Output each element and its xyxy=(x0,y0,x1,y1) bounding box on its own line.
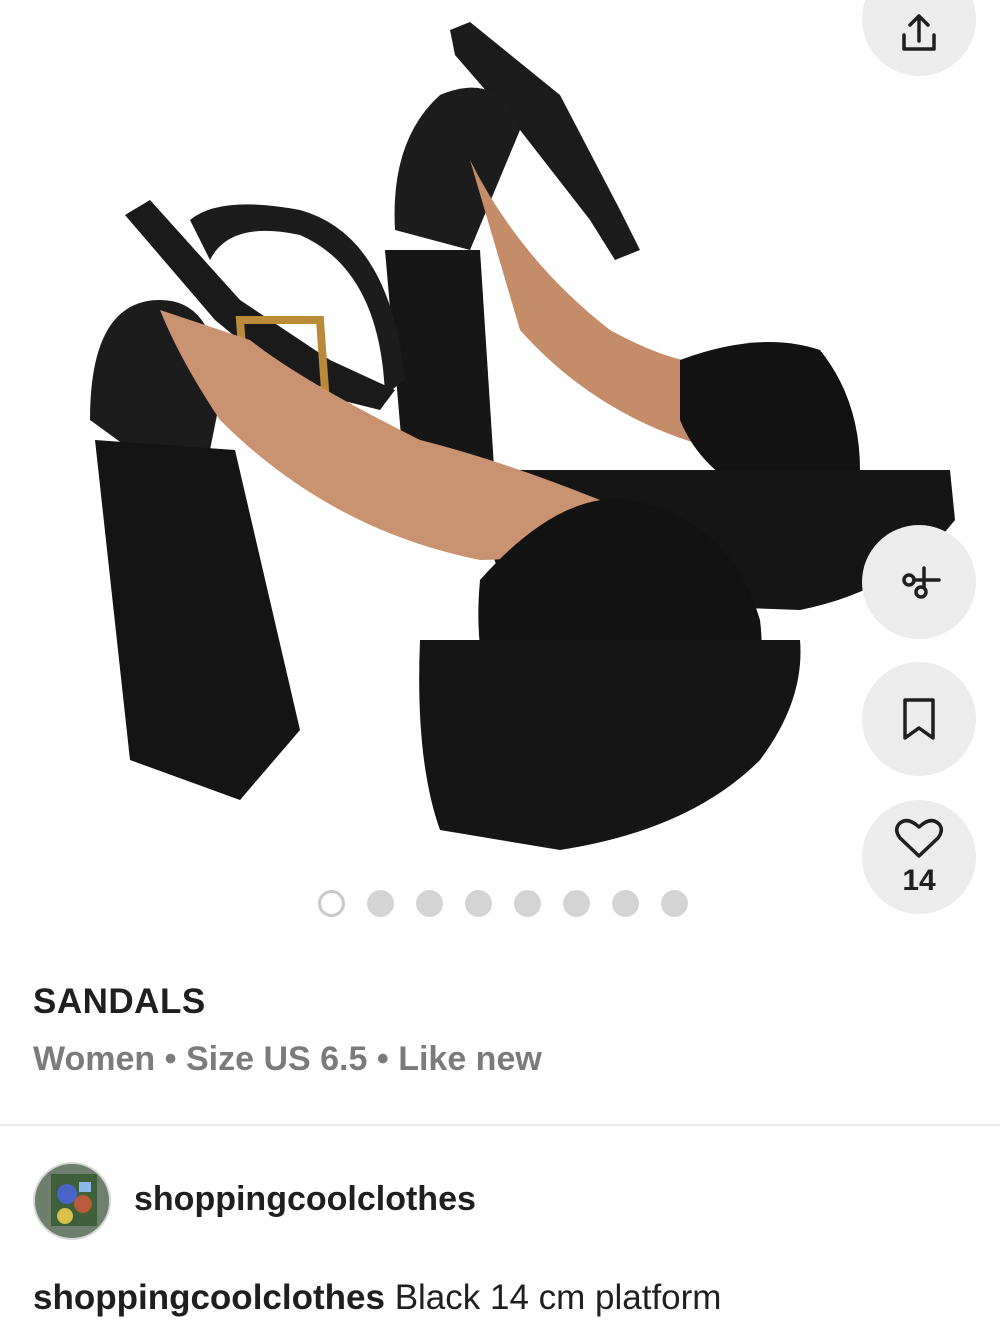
product-category: SANDALS xyxy=(33,982,206,1021)
like-button[interactable]: 14 xyxy=(862,800,976,914)
seller-avatar[interactable] xyxy=(33,1162,111,1240)
carousel-dot[interactable] xyxy=(367,890,394,917)
carousel-dot[interactable] xyxy=(318,890,345,917)
heart-icon xyxy=(895,818,943,858)
avatar-image xyxy=(35,1164,109,1238)
description-text: Black 14 cm platform xyxy=(394,1278,722,1317)
product-meta: Women • Size US 6.5 • Like new xyxy=(33,1040,542,1079)
separator: • xyxy=(376,1040,389,1078)
separator: • xyxy=(164,1040,177,1078)
carousel-dot[interactable] xyxy=(514,890,541,917)
carousel-dot[interactable] xyxy=(465,890,492,917)
image-carousel-indicator[interactable] xyxy=(318,890,688,917)
carousel-dot[interactable] xyxy=(563,890,590,917)
condition: Like new xyxy=(398,1040,542,1078)
seller-username[interactable]: shoppingcoolclothes xyxy=(134,1180,476,1219)
size-compare-button[interactable] xyxy=(862,525,976,639)
divider xyxy=(0,1124,1000,1126)
product-photo[interactable] xyxy=(0,0,1000,945)
description-username[interactable]: shoppingcoolclothes xyxy=(33,1278,385,1317)
sandals-image xyxy=(90,22,955,850)
share-icon xyxy=(902,14,936,51)
carousel-dot[interactable] xyxy=(661,890,688,917)
carousel-dot[interactable] xyxy=(416,890,443,917)
gender: Women xyxy=(33,1040,156,1078)
save-button[interactable] xyxy=(862,662,976,776)
product-description: shoppingcoolclothes Black 14 cm platform xyxy=(33,1278,721,1318)
scissors-icon xyxy=(902,566,941,599)
carousel-dot[interactable] xyxy=(612,890,639,917)
like-count: 14 xyxy=(902,864,936,897)
size: Size US 6.5 xyxy=(185,1040,368,1078)
bookmark-icon xyxy=(903,698,935,740)
